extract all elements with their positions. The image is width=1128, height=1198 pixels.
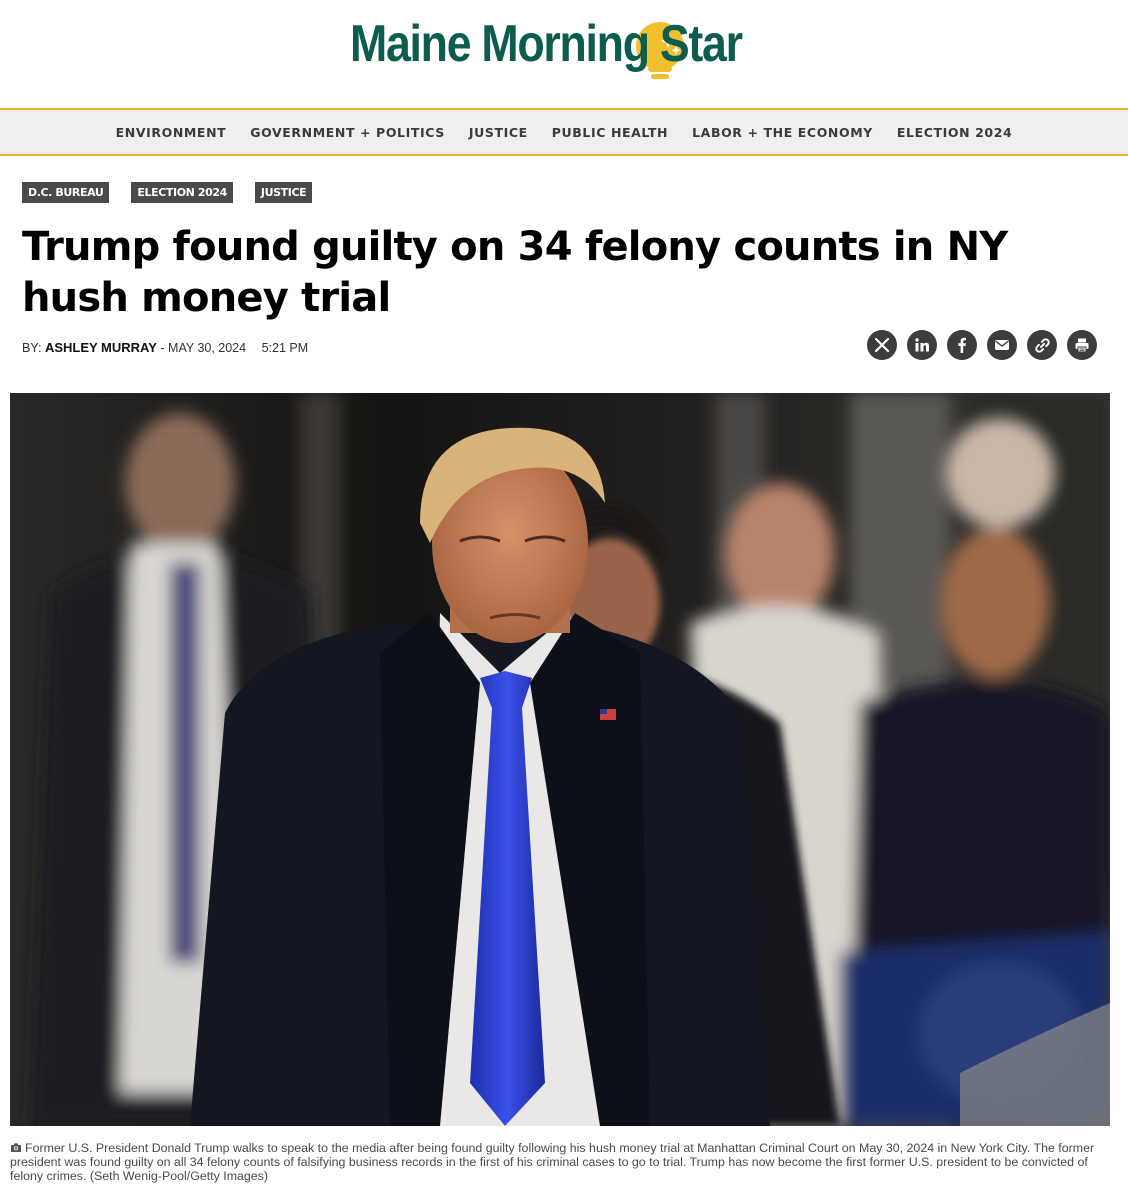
share-x-button[interactable]	[867, 330, 897, 360]
print-icon	[1075, 338, 1089, 353]
linkedin-icon	[915, 338, 929, 352]
masthead: Maine Morning Star	[0, 0, 1128, 108]
publish-date: - MAY 30, 2024	[160, 341, 247, 355]
x-icon	[874, 337, 890, 353]
share-linkedin-button[interactable]	[907, 330, 937, 360]
publish-time: 5:21 PM	[261, 341, 309, 355]
article-tags: D.C. BUREAU ELECTION 2024 JUSTICE	[22, 182, 313, 203]
nav-item-government-politics[interactable]: GOVERNMENT + POLITICS	[250, 125, 445, 140]
share-bar	[867, 330, 1097, 360]
byline: BY: ASHLEY MURRAY - MAY 30, 2024 5:21 PM	[22, 340, 308, 355]
main-nav: ENVIRONMENT GOVERNMENT + POLITICS JUSTIC…	[0, 108, 1128, 156]
featured-photo	[10, 393, 1110, 1126]
caption-text: Former U.S. President Donald Trump walks…	[10, 1141, 1095, 1183]
share-email-button[interactable]	[987, 330, 1017, 360]
article-headline: Trump found guilty on 34 felony counts i…	[22, 224, 1008, 321]
author-link[interactable]: ASHLEY MURRAY	[45, 340, 157, 355]
nav-item-environment[interactable]: ENVIRONMENT	[116, 125, 227, 140]
link-icon	[1034, 337, 1050, 353]
camera-icon	[11, 1143, 21, 1152]
print-button[interactable]	[1067, 330, 1097, 360]
nav-item-public-health[interactable]: PUBLIC HEALTH	[552, 125, 668, 140]
share-facebook-button[interactable]	[947, 330, 977, 360]
tag-dc-bureau[interactable]: D.C. BUREAU	[22, 182, 110, 203]
tag-justice[interactable]: JUSTICE	[254, 182, 313, 203]
facebook-icon	[958, 337, 966, 353]
nav-item-election-2024[interactable]: ELECTION 2024	[897, 125, 1012, 140]
photo-caption: Former U.S. President Donald Trump walks…	[10, 1141, 1118, 1183]
photo-illustration	[10, 393, 1110, 1126]
email-icon	[995, 340, 1009, 350]
site-logo[interactable]: Maine Morning Star	[350, 8, 780, 84]
nav-item-labor-economy[interactable]: LABOR + THE ECONOMY	[692, 125, 873, 140]
copy-link-button[interactable]	[1027, 330, 1057, 360]
site-title: Maine Morning Star	[350, 15, 743, 73]
byline-prefix: BY:	[22, 341, 42, 355]
nav-item-justice[interactable]: JUSTICE	[469, 125, 528, 140]
tag-election-2024[interactable]: ELECTION 2024	[131, 182, 233, 203]
